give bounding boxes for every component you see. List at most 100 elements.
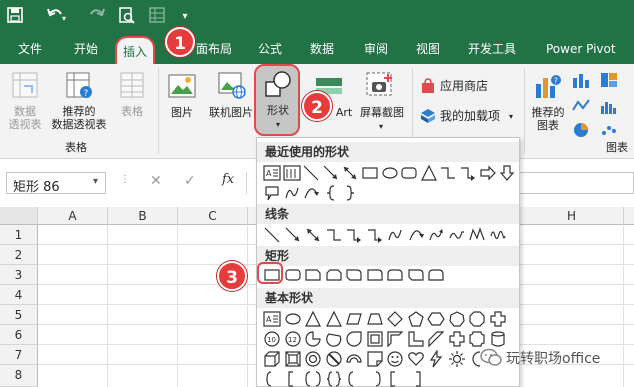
pie-chart-icon[interactable] [572,122,590,141]
line-chart-icon[interactable] [572,98,590,117]
noentry-shape-icon[interactable] [325,350,343,368]
hex-shape-icon[interactable] [427,310,445,328]
column-header[interactable]: C [178,207,248,225]
scribble-shape-icon[interactable] [489,226,507,244]
donut-shape-icon[interactable] [304,350,322,368]
tri-shape-icon[interactable] [325,310,343,328]
arrow-shape-icon[interactable] [284,226,302,244]
formula-input-tail[interactable] [520,172,634,194]
lshape-shape-icon[interactable] [407,330,425,348]
cross-shape-icon[interactable] [448,330,466,348]
column-header[interactable]: H [520,207,624,225]
sun-shape-icon[interactable] [448,350,466,368]
trap-shape-icon[interactable] [366,310,384,328]
tri-shape-icon[interactable] [304,310,322,328]
tab-page-layout[interactable]: 面布局 [196,40,232,58]
bracket1-shape-icon[interactable] [345,370,363,387]
row-header[interactable]: 7 [0,345,38,365]
teardrop-shape-icon[interactable] [345,330,363,348]
column-header[interactable] [624,207,634,225]
cancel-icon[interactable]: ✕ [150,173,162,189]
callout-shape-icon[interactable] [263,184,281,202]
sq2-shape-icon[interactable] [407,370,425,387]
tab-file[interactable]: 文件 [18,40,42,58]
my-addins-label[interactable]: 我的加载项 [440,110,502,123]
row-header[interactable]: 1 [0,225,38,245]
brace2-shape-icon[interactable] [341,184,359,202]
chord-shape-icon[interactable] [325,330,343,348]
elbowarrow-shape-icon[interactable] [366,226,384,244]
scatter-chart-icon[interactable] [600,122,618,141]
snipround-shape-icon[interactable] [345,266,363,284]
num12-shape-icon[interactable]: 12 [284,330,302,348]
store-label[interactable]: 应用商店 [440,80,490,93]
recommended-charts-icon[interactable]: ? [534,72,562,103]
para-shape-icon[interactable] [345,310,363,328]
squig-shape-icon[interactable] [448,226,466,244]
column-chart-icon[interactable] [572,72,590,91]
round2-shape-icon[interactable] [427,266,445,284]
elbow-shape-icon[interactable] [439,164,457,182]
fold-shape-icon[interactable] [366,350,384,368]
tab-developer[interactable]: 开发工具 [468,40,516,58]
row-header[interactable]: 5 [0,305,38,325]
online-picture-icon[interactable] [218,72,246,103]
tab-insert[interactable]: 插入 [115,36,156,64]
tab-power-pivot[interactable]: Power Pivot [546,40,616,58]
screenshot-dropdown-icon[interactable]: ▾ [376,120,386,133]
pie-shape-icon[interactable] [304,330,322,348]
qat-more-icon[interactable]: ▾ [178,7,192,27]
bolt-shape-icon[interactable] [427,350,445,368]
hept-shape-icon[interactable] [448,310,466,328]
diamond-shape-icon[interactable] [386,310,404,328]
recommended-pivot-icon[interactable]: ? [66,72,94,103]
bevel-shape-icon[interactable] [284,350,302,368]
dbrace-shape-icon[interactable] [325,370,343,387]
column-header[interactable]: B [108,207,178,225]
num10-shape-icon[interactable]: 10 [263,330,281,348]
save-icon[interactable] [6,7,24,29]
ellipse-shape-icon[interactable] [381,164,399,182]
rrect-shape-icon[interactable] [284,266,302,284]
snip2-shape-icon[interactable] [325,266,343,284]
sq1-shape-icon[interactable] [386,370,404,387]
tab-formulas[interactable]: 公式 [258,40,282,58]
arrow-shape-icon[interactable] [322,164,340,182]
rect-shape-icon[interactable] [361,164,379,182]
line-shape-icon[interactable] [263,226,281,244]
halfframe-shape-icon[interactable] [386,330,404,348]
bracket1-shape-icon[interactable] [263,370,281,387]
textbox-shape-icon[interactable]: A [263,164,281,182]
undo-icon[interactable]: ▾ [44,7,70,29]
curve-shape-icon[interactable] [283,184,301,202]
snipround-shape-icon[interactable] [407,266,425,284]
my-addins-icon[interactable] [420,108,436,127]
hierarchy-chart-icon[interactable] [600,72,618,91]
my-addins-dropdown-icon[interactable]: ▾ [506,110,516,123]
screenshot-icon[interactable] [366,72,394,103]
blockarc-shape-icon[interactable] [345,350,363,368]
sq1-shape-icon[interactable] [284,370,302,387]
brace-shape-icon[interactable] [322,184,340,202]
diag-shape-icon[interactable] [427,330,445,348]
shapes-button[interactable]: 形状 ▾ [254,64,300,136]
elbow-shape-icon[interactable] [325,226,343,244]
pent-shape-icon[interactable] [407,310,425,328]
dbracket-shape-icon[interactable] [304,370,322,387]
picture-icon[interactable] [168,74,196,101]
row-header[interactable]: 8 [0,365,38,387]
enter-icon[interactable]: ✓ [184,173,196,189]
darrow-shape-icon[interactable] [341,164,359,182]
tab-home[interactable]: 开始 [74,40,98,58]
customize-icon[interactable] [148,7,166,29]
name-box[interactable]: 矩形 86 ▾ [6,172,106,195]
rarrow-shape-icon[interactable] [479,164,497,182]
cross-shape-icon[interactable] [489,310,507,328]
row-header[interactable]: 6 [0,325,38,345]
scurve-shape-icon[interactable] [427,226,445,244]
frame-shape-icon[interactable] [366,330,384,348]
row-header[interactable]: 4 [0,285,38,305]
name-box-dropdown-icon[interactable]: ▾ [93,176,98,187]
darrowblk-shape-icon[interactable] [498,164,516,182]
column-header[interactable]: A [38,207,108,225]
